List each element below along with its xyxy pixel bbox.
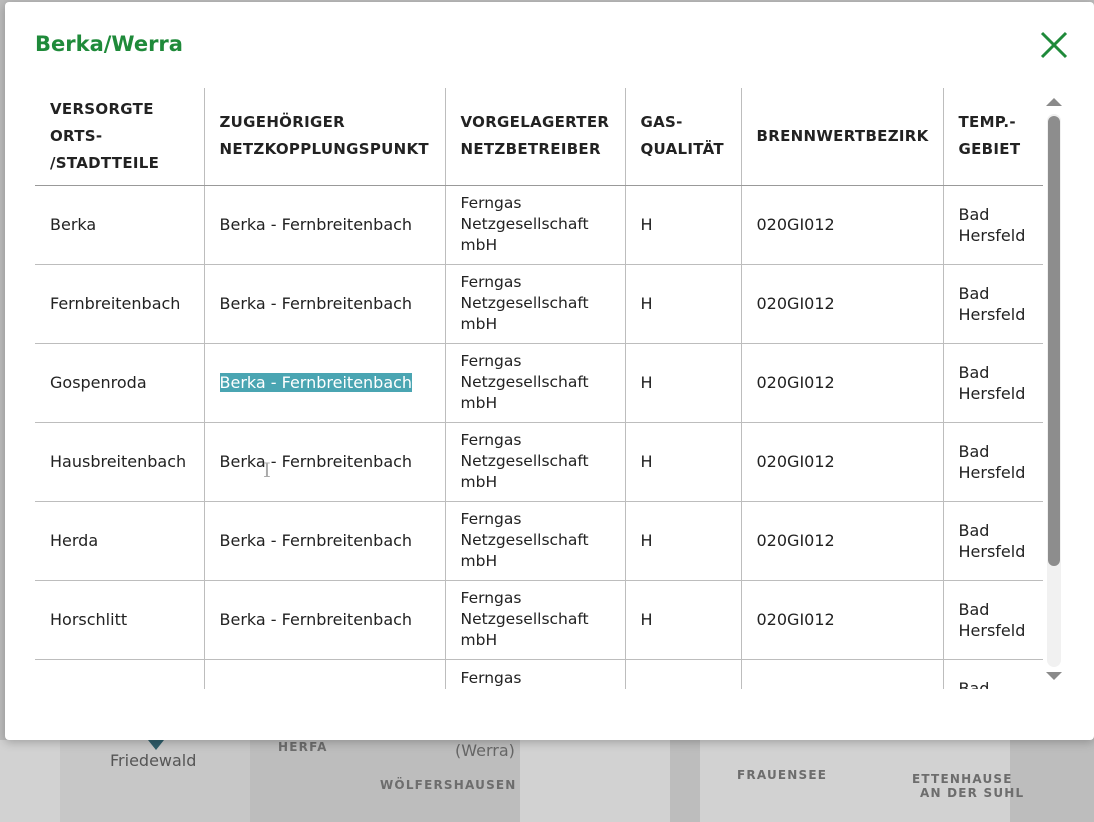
table-cell <box>741 659 944 689</box>
map-place-label: AN DER SUHL <box>920 786 1025 800</box>
column-header: ZUGEHÖRIGER NETZKOPPLUNGSPUNKT <box>204 88 446 186</box>
map-area <box>520 740 670 822</box>
table-cell <box>625 659 742 689</box>
table-cell: Ferngas Netzgesellschaft mbH <box>445 343 626 423</box>
table-cell: Bad Hersfeld <box>943 501 1043 581</box>
table-cell: Berka - Fernbreitenbach <box>204 343 446 423</box>
column-header: TEMP.- GEBIET <box>943 88 1043 186</box>
text-cursor-icon: I <box>263 458 271 482</box>
table-cell: Berka - Fernbreitenbach <box>204 580 446 660</box>
table-cell: Berka - Fernbreitenbach <box>204 264 446 344</box>
table-cell: Bad Hersfeld <box>943 422 1043 502</box>
modal-title: Berka/Werra <box>35 32 183 56</box>
table-row: Berka Berka - Fernbreitenbach Ferngas Ne… <box>35 185 1043 265</box>
table-cell: 020GI012 <box>741 343 944 423</box>
table-cell: Fernbreitenbach <box>35 264 205 344</box>
column-header: VORGELAGERTER NETZBETREIBER <box>445 88 626 186</box>
table-row: Herda Berka - Fernbreitenbach Ferngas Ne… <box>35 501 1043 581</box>
table-header-row: VERSORGTE ORTS- /STADTTEILE ZUGEHÖRIGER … <box>35 88 1043 186</box>
table-cell <box>35 659 205 689</box>
scroll-down-icon[interactable] <box>1046 672 1062 680</box>
table-cell: H <box>625 422 742 502</box>
map-city-label: Friedewald <box>110 751 197 770</box>
table-cell: Ferngas Netzgesellschaft mbH <box>445 501 626 581</box>
map-place-label: WÖLFERSHAUSEN <box>380 778 517 792</box>
scrollbar-thumb[interactable] <box>1048 116 1060 566</box>
table-cell: Ferngas Netzgesellschaft mbH <box>445 185 626 265</box>
vertical-scrollbar[interactable] <box>1045 92 1063 686</box>
column-header: BRENNWERTBEZIRK <box>741 88 944 186</box>
table-cell: H <box>625 501 742 581</box>
table-cell: Ferngas Netzgesellschaft mbH <box>445 264 626 344</box>
table-row: Horschlitt Berka - Fernbreitenbach Ferng… <box>35 580 1043 660</box>
table-cell: Ferngas Netzgesellschaft mbH <box>445 580 626 660</box>
close-button[interactable] <box>1038 29 1070 61</box>
close-icon <box>1040 31 1068 59</box>
table-row: Hausbreitenbach Berka - Fernbreitenbach … <box>35 422 1043 502</box>
table-cell: H <box>625 343 742 423</box>
map-place-label: FRAUENSEE <box>737 768 828 782</box>
detail-modal: Berka/Werra VERSORGTE ORTS- /STADTTEILE … <box>5 2 1094 740</box>
table-cell: 020GI012 <box>741 580 944 660</box>
map-place-label: ETTENHAUSE <box>912 772 1013 786</box>
table-cell: Bad <box>943 659 1043 689</box>
table-cell: Bad Hersfeld <box>943 343 1043 423</box>
table-cell <box>204 659 446 689</box>
network-table: VERSORGTE ORTS- /STADTTEILE ZUGEHÖRIGER … <box>35 88 1043 689</box>
map-area <box>0 740 60 822</box>
table-row: Ferngas Bad <box>35 659 1043 689</box>
scroll-up-icon[interactable] <box>1046 98 1062 106</box>
table-cell: H <box>625 185 742 265</box>
table-cell: Berka - Fernbreitenbach <box>204 422 446 502</box>
table-scroll-area[interactable]: VERSORGTE ORTS- /STADTTEILE ZUGEHÖRIGER … <box>35 88 1043 689</box>
map-place-label: HERFA <box>278 740 328 754</box>
table-cell: Berka - Fernbreitenbach <box>204 501 446 581</box>
table-cell: Ferngas <box>445 659 626 689</box>
table-cell: Berka <box>35 185 205 265</box>
table-cell: 020GI012 <box>741 185 944 265</box>
table-cell: Ferngas Netzgesellschaft mbH <box>445 422 626 502</box>
column-header: GAS- QUALITÄT <box>625 88 742 186</box>
table-row: Gospenroda Berka - Fernbreitenbach Ferng… <box>35 343 1043 423</box>
table-cell: Horschlitt <box>35 580 205 660</box>
table-row: Fernbreitenbach Berka - Fernbreitenbach … <box>35 264 1043 344</box>
selected-text: Berka - Fernbreitenbach <box>219 373 413 392</box>
table-cell: Bad Hersfeld <box>943 264 1043 344</box>
table-cell: H <box>625 580 742 660</box>
table-cell: Berka - Fernbreitenbach <box>204 185 446 265</box>
table-cell: Hausbreitenbach <box>35 422 205 502</box>
table-cell: H <box>625 264 742 344</box>
table-cell: Herda <box>35 501 205 581</box>
table-cell: Bad Hersfeld <box>943 185 1043 265</box>
table-cell: Gospenroda <box>35 343 205 423</box>
column-header: VERSORGTE ORTS- /STADTTEILE <box>35 88 205 186</box>
map-river-label: (Werra) <box>455 741 515 760</box>
table-cell: 020GI012 <box>741 264 944 344</box>
table-cell: 020GI012 <box>741 501 944 581</box>
table-cell: Bad Hersfeld <box>943 580 1043 660</box>
map-pin-icon[interactable] <box>148 740 164 750</box>
table-cell: 020GI012 <box>741 422 944 502</box>
